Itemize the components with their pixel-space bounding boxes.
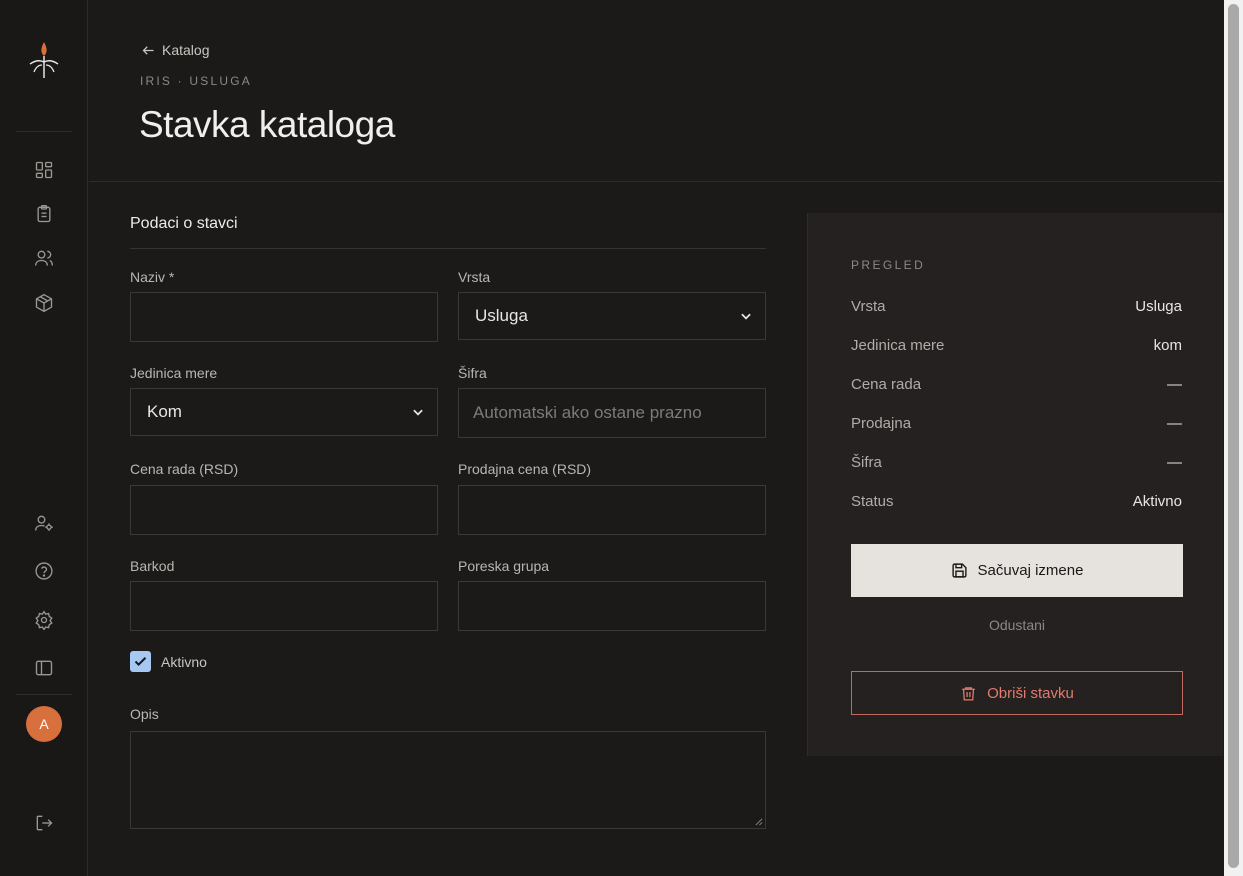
overview-key: Cena rada [851,376,922,393]
clipboard-icon[interactable] [31,201,57,227]
sifra-label: Šifra [458,365,487,381]
save-icon [951,563,967,578]
trash-icon [962,686,976,701]
delete-button-label: Obriši stavku [987,684,1074,702]
overview-panel: PREGLED Vrsta Usluga Jedinica mere kom C… [807,213,1223,756]
prodajna-cena-label: Prodajna cena (RSD) [458,461,592,477]
aktivno-label: Aktivno [161,654,207,670]
settings-icon[interactable] [31,607,57,633]
sidebar-toggle-icon[interactable] [31,655,57,681]
jedinica-select[interactable]: Kom [130,388,438,436]
check-icon [134,657,147,667]
overview-value: Aktivno [1132,493,1182,510]
overview-value: — [1167,454,1182,471]
back-link-label: Katalog [162,42,210,58]
vrsta-value: Usluga [475,306,528,325]
sifra-input[interactable]: Automatski ako ostane prazno [458,388,766,438]
naziv-label: Naziv * [130,269,175,285]
overview-row: Vrsta Usluga [851,298,1182,315]
poreska-grupa-label: Poreska grupa [458,558,550,574]
sidebar-divider [16,694,72,695]
barkod-label: Barkod [130,558,175,574]
user-settings-icon[interactable] [31,510,57,536]
save-button[interactable]: Sačuvaj izmene [851,544,1183,597]
delete-button[interactable]: Obriši stavku [851,671,1183,715]
cena-rada-label: Cena rada (RSD) [130,461,239,477]
overview-row: Jedinica mere kom [851,337,1182,354]
package-icon[interactable] [31,290,57,316]
scrollbar-thumb[interactable] [1228,4,1239,868]
overview-key: Prodajna [851,415,912,432]
users-icon[interactable] [31,245,57,271]
overview-row: Prodajna — [851,415,1182,432]
section-title: Podaci o stavci [130,215,238,232]
resize-handle-icon[interactable] [754,817,763,826]
overview-row: Šifra — [851,454,1182,471]
avatar-initial: A [39,716,49,732]
logout-icon[interactable] [31,810,57,836]
overview-key: Vrsta [851,298,886,315]
back-link[interactable]: Katalog [141,42,209,58]
jedinica-value: Kom [147,402,182,421]
overview-key: Status [851,493,894,510]
sifra-placeholder: Automatski ako ostane prazno [473,403,702,422]
logo-icon[interactable] [26,40,62,80]
overview-key: Šifra [851,454,882,471]
overview-row: Status Aktivno [851,493,1182,510]
save-button-label: Sačuvaj izmene [977,562,1084,579]
overview-value: — [1167,376,1182,393]
overview-value: Usluga [1135,298,1182,315]
prodajna-cena-input[interactable] [458,485,766,535]
aktivno-checkbox[interactable] [130,651,151,672]
opis-label: Opis [130,706,159,722]
overview-key: Jedinica mere [851,337,945,354]
vrsta-select[interactable]: Usluga [458,292,766,340]
cena-rada-input[interactable] [130,485,438,535]
overview-row: Cena rada — [851,376,1182,393]
sidebar-divider [16,131,72,132]
chevron-down-icon [741,313,751,320]
overview-value: — [1167,415,1182,432]
vrsta-label: Vrsta [458,269,491,285]
arrow-left-icon [142,45,154,55]
cancel-button[interactable]: Odustani [851,617,1183,639]
barkod-input[interactable] [130,581,438,631]
help-icon[interactable] [31,558,57,584]
page-header: Katalog IRIS · USLUGA Stavka kataloga [89,0,1223,182]
dashboard-icon[interactable] [31,157,57,183]
section-divider [130,248,766,249]
sidebar: A [0,0,88,876]
poreska-grupa-input[interactable] [458,581,766,631]
overview-title: PREGLED [851,258,926,272]
breadcrumb: IRIS · USLUGA [140,74,252,88]
opis-textarea[interactable] [130,731,766,829]
avatar[interactable]: A [26,706,62,742]
jedinica-label: Jedinica mere [130,365,218,381]
naziv-input[interactable] [130,292,438,342]
page-title: Stavka kataloga [139,104,395,145]
chevron-down-icon [413,409,423,416]
overview-value: kom [1153,337,1182,354]
